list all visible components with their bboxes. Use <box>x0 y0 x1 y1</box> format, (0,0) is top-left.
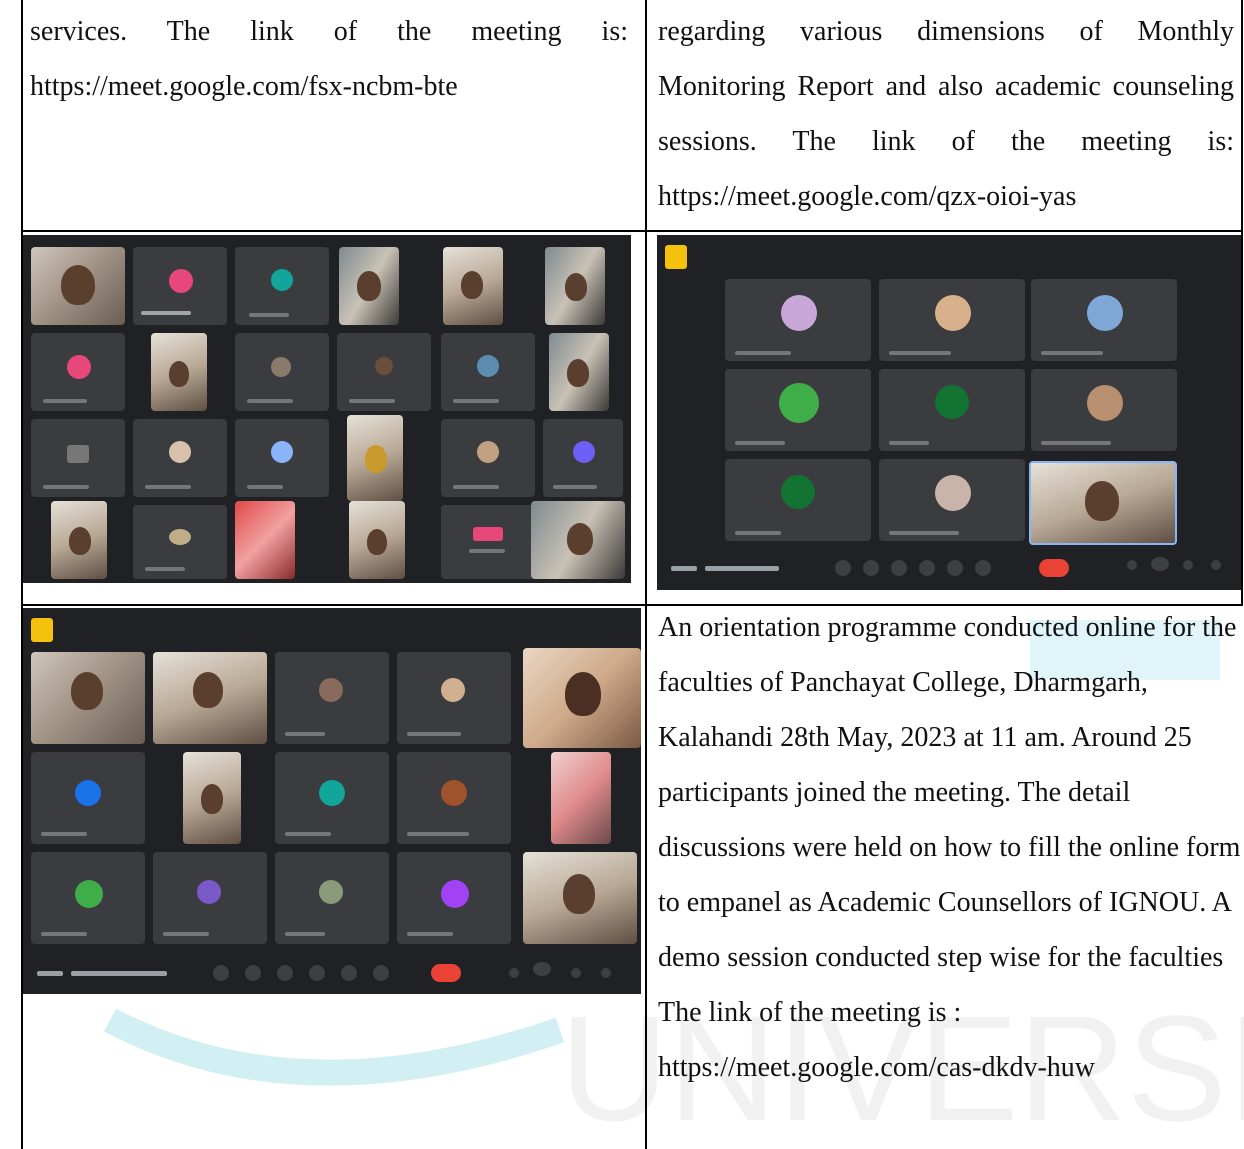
participant-tile <box>153 852 267 944</box>
participant-tile <box>183 752 241 844</box>
participant-tile <box>443 247 503 325</box>
leave-call-button[interactable] <box>431 964 461 982</box>
raise-hand-button[interactable] <box>919 560 935 576</box>
participant-tile <box>275 752 389 844</box>
participant-tile <box>879 459 1025 541</box>
present-button[interactable] <box>341 965 357 981</box>
meet-logo-icon <box>31 618 53 642</box>
camera-button[interactable] <box>245 965 261 981</box>
participant-tile <box>133 505 227 579</box>
chat-button[interactable] <box>1183 560 1193 570</box>
participant-tile <box>31 752 145 844</box>
meeting-screenshot-2 <box>657 235 1241 590</box>
row-divider-1 <box>21 230 1243 232</box>
participant-tile <box>1031 279 1177 361</box>
more-options-button[interactable] <box>975 560 991 576</box>
participant-tile <box>879 279 1025 361</box>
participant-tile <box>543 419 623 497</box>
mic-button[interactable] <box>213 965 229 981</box>
clock-text <box>37 971 63 976</box>
participant-tile <box>441 505 535 579</box>
table-border-middle <box>645 0 647 1149</box>
participant-tile <box>337 333 431 411</box>
participant-tile <box>153 652 267 744</box>
participant-tile <box>551 752 611 844</box>
row1-right-text: regarding various dimensions of Monthly … <box>658 16 1234 212</box>
participant-tile <box>235 333 329 411</box>
meet-logo-icon <box>665 245 687 269</box>
participant-tile <box>523 648 641 748</box>
participant-tile <box>725 279 871 361</box>
row3-right-text: An orientation programme conducted onlin… <box>658 612 1241 1083</box>
raise-hand-button[interactable] <box>309 965 325 981</box>
participant-tile <box>545 247 605 325</box>
participant-tile <box>1031 369 1177 451</box>
leave-call-button[interactable] <box>1039 559 1069 577</box>
row1-left-text: services. The link of the meeting is: ht… <box>30 16 628 102</box>
people-button[interactable] <box>533 962 551 976</box>
meeting-code-text <box>705 566 779 571</box>
captions-button[interactable] <box>891 560 907 576</box>
participant-tile <box>441 419 535 497</box>
participant-tile <box>151 333 207 411</box>
participant-tile <box>523 852 637 944</box>
participant-tile <box>531 501 625 579</box>
participant-tile <box>441 333 535 411</box>
participant-tile <box>879 369 1025 451</box>
meeting-code-text <box>71 971 167 976</box>
participant-tile <box>549 333 609 411</box>
captions-button[interactable] <box>277 965 293 981</box>
participant-tile <box>31 419 125 497</box>
participant-tile <box>133 247 227 325</box>
content-table: services. The link of the meeting is: ht… <box>0 0 1244 1149</box>
participant-tile <box>133 419 227 497</box>
participant-tile <box>31 333 125 411</box>
participant-tile <box>397 652 511 744</box>
participant-tile <box>235 247 329 325</box>
camera-button[interactable] <box>863 560 879 576</box>
participant-tile <box>31 247 125 325</box>
info-button[interactable] <box>509 968 519 978</box>
participant-tile <box>31 852 145 944</box>
present-button[interactable] <box>947 560 963 576</box>
meeting-screenshot-1 <box>23 235 631 583</box>
participant-tile <box>349 501 405 579</box>
mic-button[interactable] <box>835 560 851 576</box>
participant-tile <box>725 369 871 451</box>
participant-tile <box>339 247 399 325</box>
table-border-right <box>1241 0 1243 605</box>
info-button[interactable] <box>1127 560 1137 570</box>
clock-text <box>671 566 697 571</box>
more-options-button[interactable] <box>373 965 389 981</box>
activities-button[interactable] <box>601 968 611 978</box>
participant-tile <box>31 652 145 744</box>
chat-button[interactable] <box>571 968 581 978</box>
participant-tile <box>275 652 389 744</box>
participant-tile <box>235 419 329 497</box>
participant-tile <box>397 752 511 844</box>
participant-tile <box>397 852 511 944</box>
participant-tile <box>235 501 295 579</box>
meeting-screenshot-3 <box>23 608 641 994</box>
activities-button[interactable] <box>1211 560 1221 570</box>
participant-tile <box>725 459 871 541</box>
participant-tile-active <box>1029 461 1177 545</box>
participant-tile <box>51 501 107 579</box>
participant-tile <box>275 852 389 944</box>
participant-tile <box>347 415 403 501</box>
people-button[interactable] <box>1151 557 1169 571</box>
